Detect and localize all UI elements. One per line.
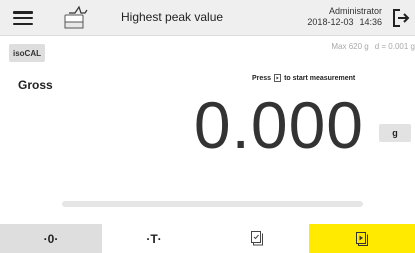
instruction-text: Press to start measurement (252, 74, 355, 82)
peak-weighing-icon[interactable] (60, 4, 96, 32)
footer-bar: ·0· ·T· (0, 224, 415, 253)
instruction-pre: Press (252, 74, 272, 82)
max-capacity: Max 620 g (331, 42, 369, 51)
result-document-icon (251, 231, 263, 246)
start-button[interactable] (309, 224, 415, 253)
menu-button[interactable] (0, 0, 46, 36)
user-info: Administrator 2018-12-03 14:36 (307, 6, 382, 28)
weighing-mode-label: Gross (18, 78, 53, 92)
date-label: 2018-12-03 (307, 17, 354, 27)
weight-value: 0.000 (193, 88, 364, 162)
time-label: 14:36 (359, 17, 382, 27)
start-measurement-icon (274, 74, 281, 82)
start-measurement-icon (356, 231, 368, 246)
isocal-button[interactable]: isoCAL (9, 44, 45, 62)
instruction-post: to start measurement (284, 74, 356, 82)
user-name: Administrator (328, 6, 382, 16)
logout-icon[interactable] (389, 6, 413, 30)
capacity-info: Max 620 g d = 0.001 g (331, 42, 415, 51)
header-bar: Highest peak value Administrator 2018-12… (0, 0, 415, 36)
result-button[interactable] (206, 224, 309, 253)
capacity-bar (62, 201, 363, 207)
hamburger-menu-icon (13, 11, 33, 25)
readability: d = 0.001 g (374, 42, 415, 51)
zero-button[interactable]: ·0· (0, 224, 102, 253)
method-title: Highest peak value (121, 10, 224, 24)
tare-button[interactable]: ·T· (102, 224, 206, 253)
unit-button[interactable]: g (379, 124, 411, 142)
